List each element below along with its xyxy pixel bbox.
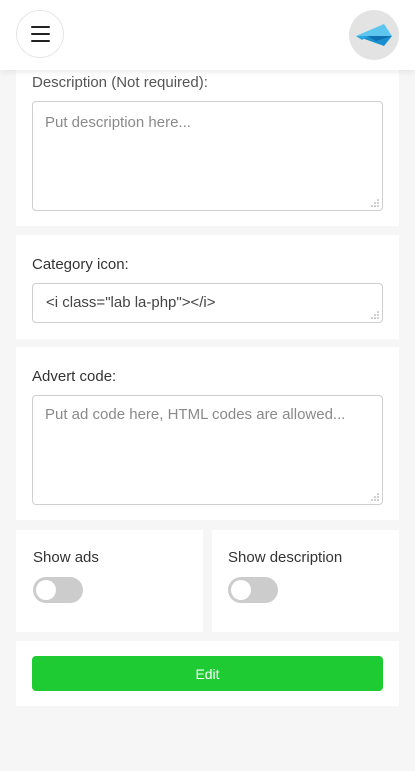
description-placeholder: Put description here... — [45, 114, 191, 131]
edit-button[interactable]: Edit — [32, 656, 383, 691]
menu-line — [30, 40, 50, 42]
top-bar — [0, 0, 415, 70]
menu-line — [30, 26, 50, 28]
resize-grip-icon[interactable] — [371, 311, 379, 319]
show-description-toggle[interactable] — [228, 577, 278, 603]
logo-avatar[interactable] — [349, 10, 399, 60]
advert-code-placeholder: Put ad code here, HTML codes are allowed… — [45, 406, 346, 423]
show-ads-toggle[interactable] — [33, 577, 83, 603]
resize-grip-icon[interactable] — [371, 493, 379, 501]
show-description-label: Show description — [228, 549, 343, 566]
menu-line — [30, 33, 50, 35]
advert-code-label: Advert code: — [32, 368, 117, 385]
category-icon-label: Category icon: — [32, 256, 129, 273]
hamburger-menu-button[interactable] — [16, 10, 64, 58]
toggle-knob — [36, 580, 56, 600]
advert-code-textarea[interactable]: Put ad code here, HTML codes are allowed… — [32, 395, 383, 505]
resize-grip-icon[interactable] — [371, 199, 379, 207]
show-ads-label: Show ads — [33, 549, 99, 566]
description-textarea[interactable]: Put description here... — [32, 101, 383, 211]
category-icon-input[interactable]: <i class="lab la-php"></i> — [32, 283, 383, 323]
paper-plane-logo-icon — [356, 24, 392, 46]
toggle-knob — [231, 580, 251, 600]
category-icon-value: <i class="lab la-php"></i> — [46, 294, 216, 311]
description-label: Description (Not required): — [32, 74, 208, 91]
